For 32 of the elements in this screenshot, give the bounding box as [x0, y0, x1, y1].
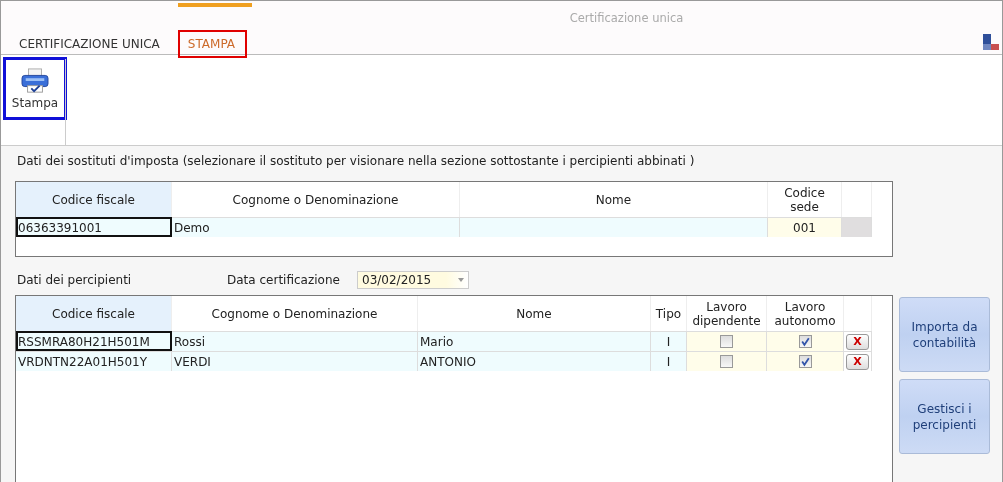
tab[interactable]: CERTIFICAZIONE UNICA: [9, 30, 172, 58]
table-cell[interactable]: VRDNTN22A01H501Y: [16, 351, 172, 371]
action-button[interactable]: Importa da contabilità: [899, 297, 990, 372]
table-cell: ANTONIO: [418, 351, 651, 371]
print-button[interactable]: Stampa: [3, 57, 67, 120]
table-cell[interactable]: 06363391001: [16, 217, 172, 237]
checkbox[interactable]: [798, 355, 812, 368]
dropdown-arrow-icon[interactable]: [458, 278, 464, 282]
printer-icon: [20, 67, 50, 94]
column-header: Codice fiscale: [16, 182, 172, 217]
table-cell: Mario: [418, 331, 651, 351]
flag-icon[interactable]: [983, 34, 999, 50]
column-header: Codice fiscale: [16, 296, 172, 331]
window-title: Certificazione unica: [568, 10, 685, 27]
checkbox[interactable]: [720, 355, 733, 368]
delete-button[interactable]: X: [846, 333, 869, 350]
table-cell[interactable]: RSSMRA80H21H501M: [16, 331, 172, 351]
table-cell: 001: [768, 217, 842, 237]
table-cell: I: [651, 331, 687, 351]
table-cell: Demo: [172, 217, 460, 237]
checkbox[interactable]: [798, 335, 812, 348]
section-caption: Dati dei sostituti d'imposta (selezionare il sostituto per visionare nella sezione sottostante i percipienti abbinati ): [17, 154, 696, 168]
date-field[interactable]: 03/02/2015: [357, 271, 469, 289]
table-cell: I: [651, 351, 687, 371]
action-button[interactable]: Gestisci i percipienti: [899, 379, 990, 454]
table-cell: VERDI: [172, 351, 418, 371]
delete-button[interactable]: X: [846, 353, 869, 370]
table-cell: Rossi: [172, 331, 418, 351]
tab[interactable]: STAMPA: [177, 30, 248, 58]
section-caption: Dati dei percipienti: [17, 273, 133, 287]
date-label: Data certificazione: [227, 273, 341, 287]
checkbox[interactable]: [720, 335, 733, 348]
